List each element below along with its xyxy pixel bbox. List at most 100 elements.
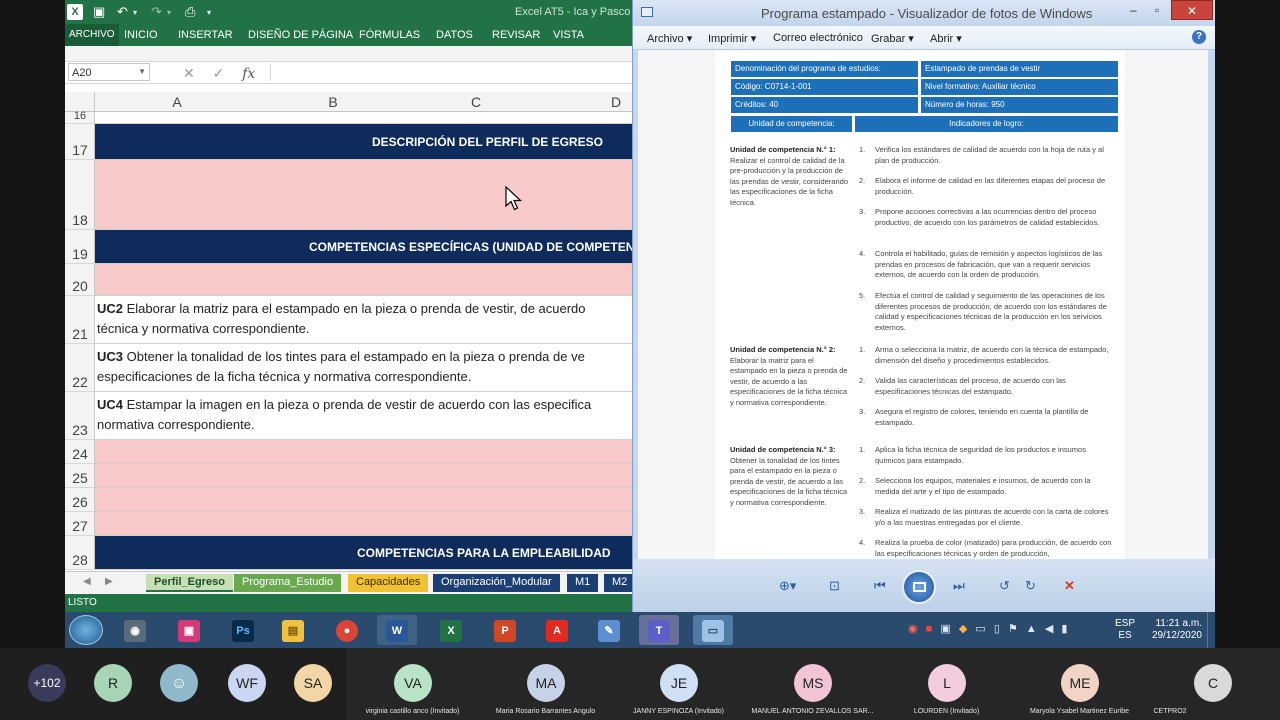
row-header-18[interactable]: 18 [65, 160, 95, 230]
cell-row-16[interactable] [95, 112, 632, 124]
row-header-22[interactable]: 22 [65, 344, 95, 392]
tab-inicio[interactable]: INICIO [124, 29, 158, 41]
taskbar-paint-icon[interactable]: ✎ [589, 615, 629, 645]
cell-perfil-egreso-content[interactable] [95, 160, 632, 230]
customize-qat-icon[interactable]: ▾ [207, 8, 211, 17]
delete-icon[interactable]: ✕ [1064, 578, 1075, 594]
tray-display-icon[interactable]: ▭ [975, 623, 985, 635]
cell-row-26[interactable] [95, 488, 632, 512]
tab-vista[interactable]: VISTA [553, 29, 584, 41]
column-header-b[interactable]: B [327, 94, 339, 110]
tray-battery-icon[interactable]: ▮ [1061, 623, 1067, 635]
name-box-dropdown-icon[interactable]: ▼ [138, 67, 146, 76]
row-header-25[interactable]: 25 [65, 464, 95, 488]
name-box[interactable]: A20 ▼ [68, 63, 150, 81]
cell-uc2[interactable]: UC2 Elaborar la matriz para el estampado… [95, 296, 632, 344]
row-header-16[interactable]: 16 [65, 110, 95, 124]
menu-imprimir[interactable]: Imprimir ▾ [708, 32, 756, 45]
taskbar-word-icon[interactable]: W [377, 615, 417, 645]
row-header-28[interactable]: 28 [65, 536, 95, 570]
taskbar-excel-icon[interactable]: X [431, 615, 471, 645]
column-header-a[interactable]: A [171, 94, 183, 110]
cell-a20-selected[interactable] [95, 264, 632, 296]
zoom-icon[interactable]: ⊕▾ [779, 578, 796, 594]
insert-function-icon[interactable]: fx [242, 66, 255, 82]
tab-datos[interactable]: DATOS [436, 29, 473, 41]
cell-uc3[interactable]: UC3 Obtener la tonalidad de los tintes p… [95, 344, 632, 392]
menu-archivo[interactable]: Archivo ▾ [647, 32, 692, 45]
row-header-26[interactable]: 26 [65, 488, 95, 512]
taskbar-photoshop-icon[interactable]: Ps [223, 615, 263, 645]
participant-overflow[interactable]: +102 [0, 648, 94, 720]
participant-tile-9[interactable]: L LOURDEN (Invitado) [880, 648, 1013, 720]
select-all-corner[interactable] [65, 92, 95, 112]
participant-tile-3[interactable]: WF [226, 648, 292, 720]
taskbar-camera-icon[interactable]: ▣ [169, 615, 209, 645]
start-button-icon[interactable] [69, 615, 103, 645]
participant-tile-8[interactable]: MS MANUEL ANTONIO ZEVALLOS SAR... [745, 648, 880, 720]
sheet-next-icon[interactable]: ▶ [105, 576, 113, 587]
cell-row-25[interactable] [95, 464, 632, 488]
row-header-27[interactable]: 27 [65, 512, 95, 536]
sheet-tab-perfil-egreso[interactable]: Perfil_Egreso [146, 574, 233, 592]
sheet-tab-organizacion-modular[interactable]: Organización_Modular [433, 574, 560, 592]
undo-dropdown-icon[interactable]: ▾ [133, 8, 137, 17]
participant-tile-5[interactable]: VA virginia castillo anco (Invitado) [346, 648, 479, 720]
menu-correo[interactable]: Correo electrónico [773, 32, 863, 44]
header-perfil-egreso[interactable]: DESCRIPCIÓN DEL PERFIL DE EGRESO [95, 124, 632, 160]
redo-icon[interactable]: ↷ [151, 4, 162, 20]
tray-flag-icon[interactable]: ⚑ [1008, 623, 1018, 635]
undo-icon[interactable]: ↶ [117, 4, 128, 20]
sheet-tab-m1[interactable]: M1 [567, 574, 599, 592]
save-icon[interactable]: ▣ [93, 4, 105, 20]
row-header-17[interactable]: 17 [65, 124, 95, 160]
tray-wifi-icon[interactable]: ▲ [1026, 623, 1037, 635]
language-indicator[interactable]: ESP ES [1115, 618, 1135, 642]
tray-device-icon[interactable]: ▯ [994, 623, 1000, 635]
menu-abrir[interactable]: Abrir ▾ [930, 32, 962, 45]
row-header-20[interactable]: 20 [65, 264, 95, 296]
header-competencias-especificas[interactable]: COMPETENCIAS ESPECÍFICAS (UNIDAD DE COMP… [95, 230, 632, 264]
participant-tile-6[interactable]: MA Maria Rosario Barrantes Angulo [479, 648, 612, 720]
help-icon[interactable]: ? [1192, 30, 1206, 44]
slideshow-button[interactable] [902, 570, 936, 604]
participant-tile-7[interactable]: JE JANNY ESPINOZA (Invitado) [612, 648, 745, 720]
previous-icon[interactable]: ⏮ [874, 578, 886, 594]
menu-grabar[interactable]: Grabar ▾ [871, 32, 914, 45]
row-header-23[interactable]: 23 [65, 392, 95, 440]
minimize-icon[interactable]: – [1130, 3, 1137, 17]
taskbar-acrobat-icon[interactable]: A [537, 615, 577, 645]
next-icon[interactable]: ⏭ [953, 578, 965, 594]
taskbar-explorer-icon[interactable]: ▤ [273, 615, 313, 645]
tab-formulas[interactable]: FÓRMULAS [359, 29, 420, 41]
close-icon[interactable]: ✕ [1171, 0, 1213, 20]
tray-antivirus-icon[interactable]: ■ [926, 623, 933, 635]
cell-uc4[interactable]: UC4 Estampar la imagen en la pieza o pre… [95, 392, 632, 440]
column-header-c[interactable]: C [470, 94, 482, 110]
column-header-d[interactable]: D [610, 94, 622, 110]
rotate-left-icon[interactable]: ↺ [999, 578, 1010, 594]
tab-archivo[interactable]: ARCHIVO [65, 24, 119, 46]
taskbar-teams-icon[interactable]: T [639, 615, 679, 645]
header-empleabilidad[interactable]: COMPETENCIAS PARA LA EMPLEABILIDAD [95, 536, 632, 570]
participant-tile-11[interactable]: C CETPRO2 [1146, 648, 1280, 720]
tab-revisar[interactable]: REVISAR [492, 29, 540, 41]
sheet-prev-icon[interactable]: ◀ [83, 576, 91, 587]
taskbar-photo-viewer-icon[interactable]: ▭ [693, 615, 733, 645]
taskbar-media-icon[interactable]: ◉ [115, 615, 155, 645]
redo-dropdown-icon[interactable]: ▾ [167, 8, 171, 17]
show-desktop-button[interactable] [1207, 612, 1215, 648]
rotate-right-icon[interactable]: ↻ [1025, 578, 1036, 594]
formula-input[interactable] [270, 63, 632, 81]
row-header-19[interactable]: 19 [65, 230, 95, 264]
print-preview-icon[interactable]: ⎙ [185, 4, 195, 20]
participant-tile-1[interactable]: R [94, 648, 160, 720]
sheet-tab-capacidades[interactable]: Capacidades [348, 574, 429, 592]
tray-sync-icon[interactable]: ◆ [959, 623, 967, 635]
actual-size-icon[interactable]: ⊡ [829, 578, 840, 594]
enter-icon[interactable]: ✓ [213, 65, 225, 81]
row-header-21[interactable]: 21 [65, 296, 95, 344]
row-header-24[interactable]: 24 [65, 440, 95, 464]
participant-tile-10[interactable]: ME Maryola Ysabel Martinez Euribe [1013, 648, 1146, 720]
taskbar-powerpoint-icon[interactable]: P [485, 615, 525, 645]
